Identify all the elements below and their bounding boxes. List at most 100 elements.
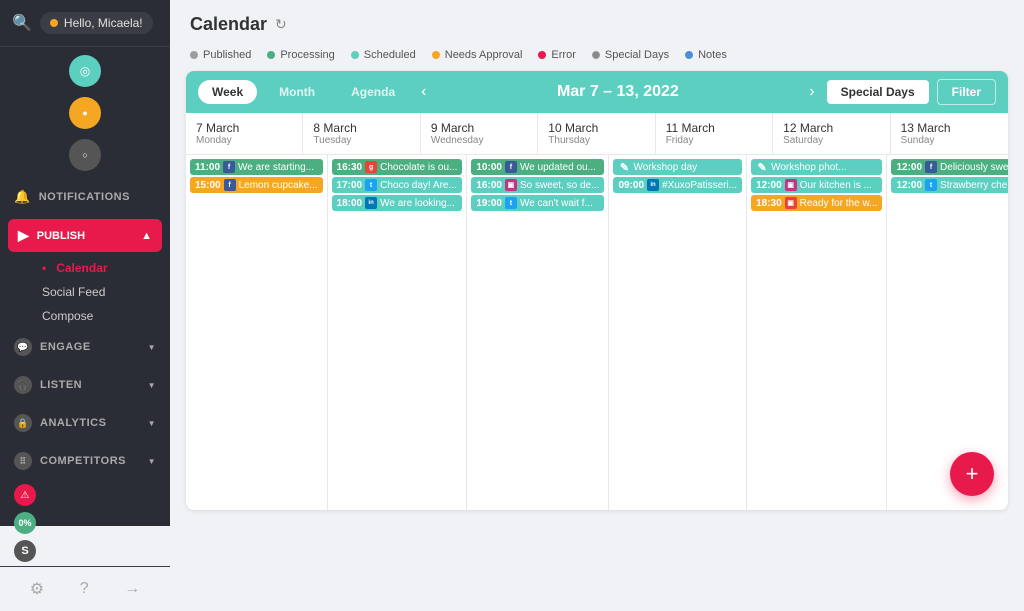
- event-time: 12:00: [756, 180, 782, 191]
- day-cell-2: 10:00 f We updated ou... 16:00 ▣ So swee…: [467, 155, 609, 510]
- day-num-4: 11 March: [666, 121, 762, 135]
- social-feed-label: Social Feed: [42, 285, 105, 299]
- event-time: 10:00: [476, 162, 502, 173]
- day-header-5: 12 March Saturday: [773, 113, 890, 154]
- brand-icon-1[interactable]: ◎: [69, 55, 101, 87]
- day-cell-4: ✎ Workshop phot... 12:00 ▣ Our kitchen i…: [747, 155, 887, 510]
- sidebar-item-competitors[interactable]: ⠿ COMPETITORS ▼: [0, 442, 170, 480]
- legend-notes: Notes: [685, 49, 727, 61]
- brand-icon-2[interactable]: ●: [69, 97, 101, 129]
- sidebar-item-analytics[interactable]: 🔒 ANALYTICS ▼: [0, 404, 170, 442]
- google-icon: ▣: [785, 197, 797, 209]
- needs-approval-dot: [432, 51, 440, 59]
- help-icon[interactable]: ?: [80, 580, 89, 598]
- settings-icon[interactable]: ⚙: [30, 579, 44, 599]
- engage-label: ENGAGE: [40, 341, 91, 353]
- event-text: Workshop day: [633, 162, 697, 173]
- sidebar-item-compose[interactable]: Compose: [28, 304, 170, 328]
- calendar-day-cells: 11:00 f We are starting... 15:00 f Lemon…: [186, 155, 1008, 510]
- sidebar-item-engage[interactable]: 💬 ENGAGE ▼: [0, 328, 170, 366]
- event-text: We are starting...: [238, 162, 314, 173]
- event-sat-2[interactable]: 12:00 t Strawberry che...: [891, 177, 1008, 193]
- day-cell-3: ✎ Workshop day 09:00 in #XuxoPatisseri..…: [609, 155, 747, 510]
- sidebar-item-notifications[interactable]: 🔔 NOTIFICATIONS: [0, 179, 170, 215]
- legend: Published Processing Scheduled Needs App…: [170, 43, 1024, 71]
- sidebar-item-listen[interactable]: 🎧 LISTEN ▼: [0, 366, 170, 404]
- day-cell-5: 12:00 f Deliciously swe... 12:00 t Straw…: [887, 155, 1008, 510]
- error-dot: [538, 51, 546, 59]
- brand-icons: ◎ ● ○: [0, 47, 170, 179]
- calendar: Week Month Agenda ‹ Mar 7 – 13, 2022 › S…: [186, 71, 1008, 510]
- refresh-icon[interactable]: ↻: [275, 16, 287, 33]
- day-header-2: 9 March Wednesday: [421, 113, 538, 154]
- listen-icon: 🎧: [14, 376, 32, 394]
- event-sat-1[interactable]: 12:00 f Deliciously swe...: [891, 159, 1008, 175]
- special-days-dot: [592, 51, 600, 59]
- analytics-icon: 🔒: [14, 414, 32, 432]
- user-name: Hello, Micaela!: [64, 16, 143, 30]
- tab-month[interactable]: Month: [265, 80, 329, 104]
- page-title: Calendar: [190, 14, 267, 35]
- error-badge[interactable]: ⚠: [14, 484, 36, 506]
- analytics-arrow: ▼: [148, 419, 156, 428]
- event-tue-1[interactable]: 16:30 g Chocolate is ou...: [332, 159, 463, 175]
- logout-icon[interactable]: →: [124, 580, 140, 598]
- brand-icon-3[interactable]: ○: [69, 139, 101, 171]
- day-num-0: 7 March: [196, 121, 292, 135]
- event-mon-2[interactable]: 15:00 f Lemon cupcake...: [190, 177, 323, 193]
- day-num-3: 10 March: [548, 121, 644, 135]
- error-label: Error: [551, 49, 575, 61]
- event-fri-1[interactable]: ✎ Workshop phot...: [751, 159, 882, 175]
- prev-week-button[interactable]: ‹: [417, 83, 430, 101]
- event-tue-2[interactable]: 17:00 t Choco day! Are...: [332, 177, 463, 193]
- facebook-icon: f: [224, 179, 236, 191]
- day-num-2: 9 March: [431, 121, 527, 135]
- event-mon-1[interactable]: 11:00 f We are starting...: [190, 159, 323, 175]
- bell-icon: 🔔: [14, 189, 31, 205]
- published-dot: [190, 51, 198, 59]
- event-thu-1[interactable]: ✎ Workshop day: [613, 159, 742, 175]
- sidebar-item-social-feed[interactable]: Social Feed: [28, 280, 170, 304]
- competitors-arrow: ▼: [148, 457, 156, 466]
- event-tue-3[interactable]: 18:00 in We are looking...: [332, 195, 463, 211]
- processing-dot: [267, 51, 275, 59]
- instagram-icon: ▣: [505, 179, 517, 191]
- instagram-icon: ▣: [785, 179, 797, 191]
- day-cell-1: 16:30 g Chocolate is ou... 17:00 t Choco…: [328, 155, 468, 510]
- event-thu-2[interactable]: 09:00 in #XuxoPatisseri...: [613, 177, 742, 193]
- event-text: Ready for the w...: [800, 198, 878, 209]
- sidebar-footer: ⚙ ? →: [0, 566, 170, 611]
- publish-subitems: Calendar Social Feed Compose: [0, 256, 170, 328]
- sidebar: 🔍 Hello, Micaela! ◎ ● ○ 🔔 NOTIFICATIONS …: [0, 0, 170, 526]
- day-name-6: Sunday: [901, 135, 998, 146]
- sidebar-item-calendar[interactable]: Calendar: [28, 256, 170, 280]
- search-icon[interactable]: 🔍: [12, 13, 32, 33]
- zero-percent-badge[interactable]: 0%: [14, 512, 36, 534]
- event-fri-2[interactable]: 12:00 ▣ Our kitchen is ...: [751, 177, 882, 193]
- facebook-icon: f: [505, 161, 517, 173]
- main-content: Calendar ↻ Published Processing Schedule…: [170, 0, 1024, 526]
- tab-week[interactable]: Week: [198, 80, 257, 104]
- special-days-button[interactable]: Special Days: [827, 80, 929, 104]
- twitter-icon: t: [365, 179, 377, 191]
- twitter-icon: t: [925, 179, 937, 191]
- tab-agenda[interactable]: Agenda: [337, 80, 409, 104]
- calendar-day-headers: 7 March Monday 8 March Tuesday 9 March W…: [186, 113, 1008, 155]
- event-fri-3[interactable]: 18:30 ▣ Ready for the w...: [751, 195, 882, 211]
- event-time: 12:00: [896, 162, 922, 173]
- sidebar-item-publish[interactable]: ▶ PUBLISH ▲: [8, 219, 162, 252]
- filter-button[interactable]: Filter: [937, 79, 996, 105]
- add-button[interactable]: +: [950, 452, 994, 496]
- date-range: Mar 7 – 13, 2022: [438, 83, 797, 101]
- next-week-button[interactable]: ›: [805, 83, 818, 101]
- event-wed-1[interactable]: 10:00 f We updated ou...: [471, 159, 604, 175]
- legend-scheduled: Scheduled: [351, 49, 416, 61]
- event-text: So sweet, so de...: [520, 180, 600, 191]
- sidebar-header: 🔍 Hello, Micaela!: [0, 0, 170, 47]
- profile-badge[interactable]: S: [14, 540, 36, 562]
- event-time: 15:00: [195, 180, 221, 191]
- plus-icon: +: [966, 461, 979, 487]
- event-wed-2[interactable]: 16:00 ▣ So sweet, so de...: [471, 177, 604, 193]
- event-wed-3[interactable]: 19:00 t We can't wait f...: [471, 195, 604, 211]
- needs-approval-label: Needs Approval: [445, 49, 523, 61]
